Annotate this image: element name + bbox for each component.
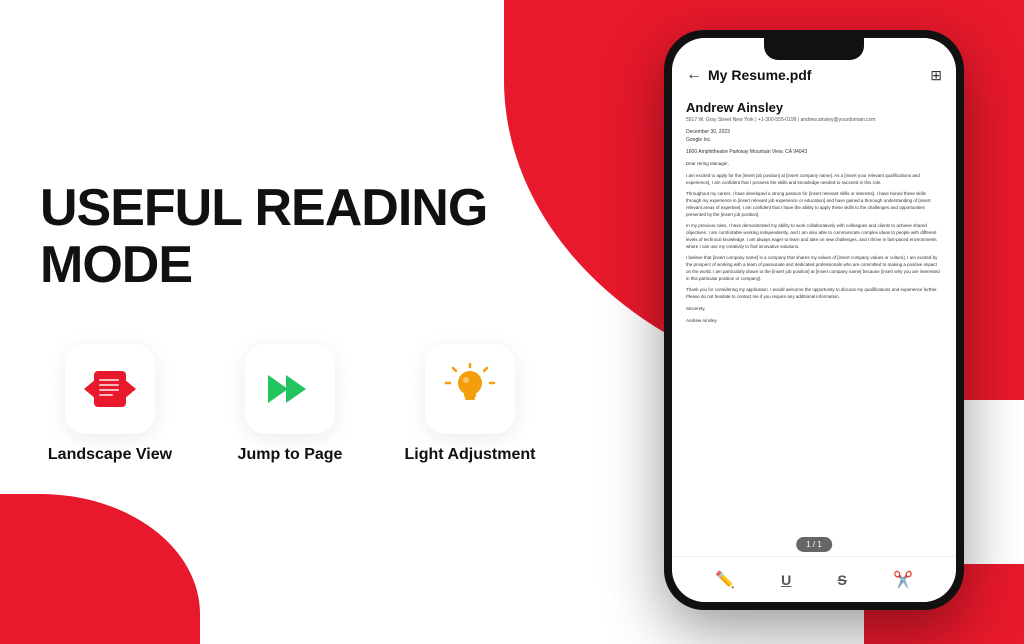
resume-contact: 5517 W. Gray Street New York | +1-300-55… [686,117,942,123]
left-panel: USEFUL READING MODE Landsc [40,0,620,644]
main-title: USEFUL READING MODE [40,180,620,294]
resume-name: Andrew Ainsley [686,100,942,115]
resume-date: December 30, 2023 [686,129,942,135]
jump-to-page-label: Jump to Page [238,446,343,464]
app-header-left: ← My Resume.pdf [686,66,811,84]
feature-landscape-view[interactable]: Landscape View [40,344,180,464]
resume-company-address: 1600 Amphitheatre Parkway Mountain View,… [686,149,942,155]
jump-to-page-icon-wrap [245,344,335,434]
feature-light-adjustment[interactable]: Light Adjustment [400,344,540,464]
resume-para-5: Thank you for considering my application… [686,287,942,301]
landscape-view-icon-wrap [65,344,155,434]
resume-para-6: Sincerely, [686,306,942,313]
phone-mockup: ← My Resume.pdf ⊞ Andrew Ainsley 5517 W.… [664,30,964,610]
feature-jump-to-page[interactable]: Jump to Page [220,344,360,464]
resume-para-3: In my previous roles, I have demonstrate… [686,223,942,250]
menu-icon[interactable]: ⊞ [930,67,942,84]
light-adjustment-label: Light Adjustment [405,446,536,464]
page-indicator: 1 / 1 [796,537,832,552]
toolbar-underline-icon[interactable]: U [781,572,791,588]
landscape-icon [84,365,136,413]
light-adjustment-icon-wrap [425,344,515,434]
features-row: Landscape View Jump to Page [40,344,620,464]
jump-icon [264,365,316,413]
phone-screen: ← My Resume.pdf ⊞ Andrew Ainsley 5517 W.… [672,38,956,602]
resume-para-4: I believe that [insert company name] is … [686,255,942,282]
phone-outer: ← My Resume.pdf ⊞ Andrew Ainsley 5517 W.… [664,30,964,610]
light-icon [444,363,496,415]
resume-para-2: Throughout my career, I have developed a… [686,191,942,218]
pdf-content: Andrew Ainsley 5517 W. Gray Street New Y… [672,92,956,556]
phone-notch [764,38,864,60]
back-arrow-icon[interactable]: ← [686,66,702,84]
app-header-title: My Resume.pdf [708,67,811,83]
resume-para-1: I am excited to apply for the [insert jo… [686,173,942,187]
resume-para-7: Andrew Ainsley [686,318,942,325]
toolbar-pen-icon[interactable]: ✏️ [715,570,735,590]
landscape-view-label: Landscape View [48,446,172,464]
toolbar-scissors-icon[interactable]: ✂️ [893,570,913,590]
resume-salutation: Dear Hiring Manager, [686,161,942,168]
app-toolbar: ✏️ U S ✂️ [672,556,956,602]
resume-company-name: Google Inc. [686,137,942,143]
toolbar-strikethrough-icon[interactable]: S [837,572,846,588]
